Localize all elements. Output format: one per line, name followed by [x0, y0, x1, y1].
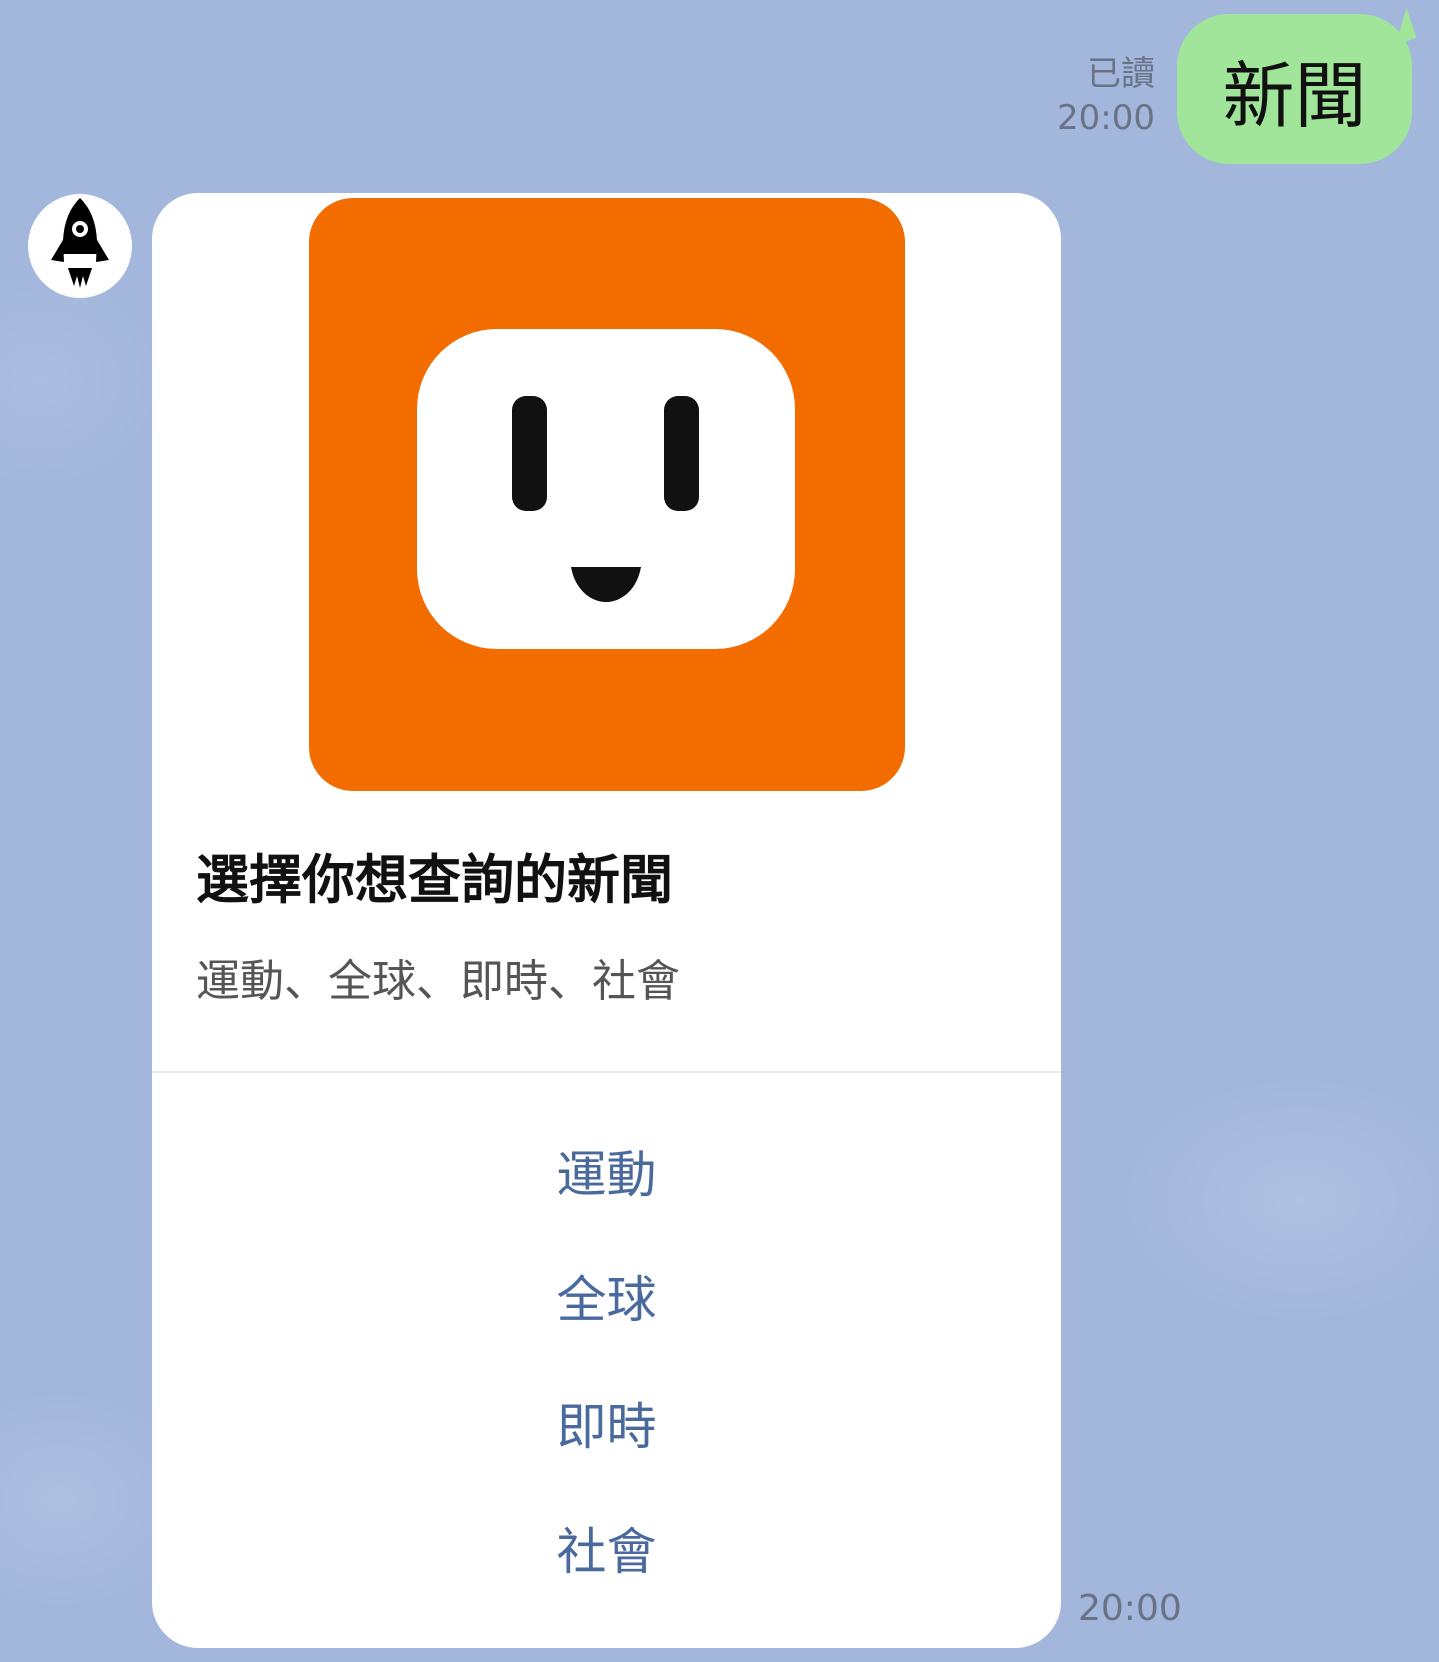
option-society-button[interactable]: 社會 [152, 1493, 1061, 1603]
option-global-button[interactable]: 全球 [152, 1241, 1061, 1351]
outgoing-message-bubble[interactable]: 新聞 [1177, 14, 1412, 164]
rocket-icon [51, 198, 109, 288]
outlet-face-logo [309, 198, 905, 791]
option-realtime-button[interactable]: 即時 [152, 1368, 1061, 1478]
card-subtitle: 運動、全球、即時、社會 [196, 956, 680, 1007]
card-divider [152, 1071, 1061, 1073]
outgoing-message-time: 20:00 [1057, 98, 1155, 138]
read-status: 已讀 [1087, 54, 1155, 94]
outgoing-message-meta: 已讀 20:00 [1057, 52, 1155, 140]
incoming-message-time: 20:00 [1078, 1588, 1182, 1629]
bot-avatar[interactable] [28, 194, 132, 298]
outgoing-message-text: 新聞 [1222, 53, 1367, 138]
option-sports-button[interactable]: 運動 [152, 1116, 1061, 1226]
card-title: 選擇你想查詢的新聞 [196, 850, 673, 911]
news-selection-card: 選擇你想查詢的新聞 運動、全球、即時、社會 運動 全球 即時 社會 [152, 193, 1061, 1648]
